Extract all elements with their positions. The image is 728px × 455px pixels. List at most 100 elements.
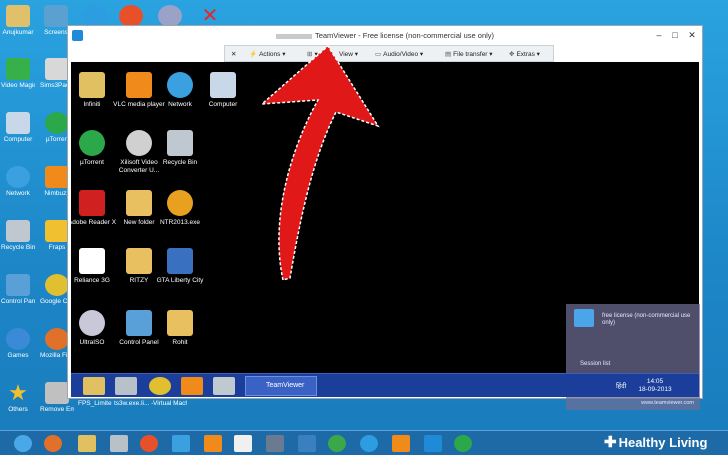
vlc-icon [126,72,152,98]
skype-icon [83,5,107,27]
healthy-living-brand: ✚ Healthy Living [604,434,708,451]
xilisoft-icon [126,130,152,156]
remote-icon[interactable]: Reliance 3G [65,248,119,285]
media-player-icon[interactable] [181,377,203,395]
vlc-icon[interactable] [204,435,222,452]
recycle-bin-icon [167,130,193,156]
computer-icon [6,112,30,134]
maximize-button[interactable]: □ [668,29,682,41]
remote-icon[interactable]: Recycle Bin [153,130,207,167]
desktop-icon[interactable]: ★ Others [1,380,35,414]
license-note: free license (non-commercial use only) [602,313,691,326]
redacted-name [275,33,312,39]
audio-video-menu[interactable]: ▭ Audio/Video ▾ [375,49,423,60]
adobe-reader-icon [79,190,105,216]
clock[interactable]: 14:05 18-09-2013 [635,378,675,394]
nimbuzz-icon[interactable] [392,435,410,452]
remote-icon[interactable]: Adobe Reader X [65,190,119,227]
desktop-icon[interactable]: Anujkumar [1,5,35,36]
remote-icon[interactable]: GTA Liberty City [153,248,207,285]
remote-icon[interactable]: Infiniti [65,72,119,109]
mobogenie-icon [119,5,143,27]
remote-icon[interactable]: Computer [196,72,250,109]
remote-icon[interactable]: NTR2013.exe [153,190,207,227]
notepad-icon[interactable] [234,435,252,452]
desktop-icon[interactable]: Control Panel [1,274,35,305]
video-magic-icon [6,58,30,80]
desktop-icon[interactable]: Computer [1,112,35,143]
media-icon[interactable] [172,435,190,452]
folder-icon [167,310,193,336]
desktop-icon[interactable]: Games [1,328,35,359]
explorer-icon[interactable] [83,377,105,395]
language-indicator[interactable]: हिंदी [616,381,626,390]
ie-icon[interactable] [14,435,32,452]
virtualbox-icon[interactable] [266,435,284,452]
screenshot-folder-icon [44,5,68,27]
teamviewer-taskbar-button[interactable]: TeamViewer [245,376,317,396]
folder-icon [126,190,152,216]
plus-icon: ✚ [604,434,617,451]
computer-icon [210,72,236,98]
utorrent-icon [79,130,105,156]
red-x-icon: ✕ [201,5,219,27]
chat-icon: ▭ [375,51,382,58]
wrench-icon: ✥ [509,51,515,58]
gta-icon [167,248,193,274]
teamviewer-window: TeamViewer - Free license (non-commercia… [67,25,703,410]
archive-icon[interactable] [298,435,316,452]
session-list-label[interactable]: Session list [580,361,610,367]
remove-empty-icon [45,382,69,404]
desktop-icon[interactable]: ts3w.exe.li... - Shortcut [114,400,154,407]
title-bar[interactable]: TeamViewer - Free license (non-commercia… [68,26,702,45]
desktop-icon[interactable]: Video Magic Professional [1,58,35,89]
teamviewer-url[interactable]: www.teamviewer.com [641,400,694,406]
control-panel-icon [126,310,152,336]
desktop-icon[interactable]: Network [1,166,35,197]
star-icon: ★ [8,380,28,405]
desktop-icon[interactable]: FPS_Limite... [78,400,112,407]
extras-menu[interactable]: ✥ Extras ▾ [509,49,540,60]
folder-icon [79,72,105,98]
actions-menu[interactable]: ⚡ Actions ▾ [249,49,285,60]
remote-icon[interactable]: Rohit [153,310,207,347]
teamviewer-mini-icon [574,309,594,327]
window-title: TeamViewer - Free license (non-commercia… [314,31,495,40]
remote-toolbar: ✕ ⚡ Actions ▾ ⊞ ▾ View ▾ ▭ Audio/Video ▾ ▤ F… [224,45,554,62]
toolbar-close-button[interactable]: ✕ [231,49,236,60]
file-icon: ▤ [445,51,452,58]
network-icon [167,72,193,98]
windows-menu[interactable]: ⊞ ▾ [307,49,318,60]
ultraiso-icon [79,310,105,336]
minimize-button[interactable]: – [652,29,666,41]
close-button[interactable]: ✕ [685,29,699,41]
file-transfer-menu[interactable]: ▤ File transfer ▾ [445,49,493,60]
windows-icon: ⊞ [307,51,313,58]
drive-icon[interactable] [213,377,235,395]
user-folder-icon [6,5,30,27]
chrome-icon[interactable] [328,435,346,452]
view-menu[interactable]: View ▾ [339,49,358,60]
lightning-icon: ⚡ [249,51,258,58]
remote-icon[interactable]: µTorrent [65,130,119,167]
teamviewer-icon[interactable] [424,435,442,452]
firefox-icon[interactable] [44,435,62,452]
library-icon[interactable] [115,377,137,395]
desktop-icon[interactable]: Virtual Machines [153,400,187,407]
remote-icon[interactable]: UltraISO [65,310,119,347]
utorrent-icon[interactable] [454,435,472,452]
reliance-icon [79,248,105,274]
mobogenie-icon[interactable] [140,435,158,452]
control-panel-icon [6,274,30,296]
network-icon [6,166,30,188]
recycle-bin-icon [6,220,30,242]
library-icon[interactable] [110,435,128,452]
desktop-icon[interactable]: Recycle Bin [1,220,35,251]
games-icon [6,328,30,350]
remote-desktop[interactable]: Infiniti VLC media player Network Comput… [68,62,700,410]
disc-icon [158,5,182,27]
explorer-icon[interactable] [78,435,96,452]
chrome-icon[interactable] [149,377,171,395]
skype-icon[interactable] [360,435,378,452]
norton-icon [167,190,193,216]
